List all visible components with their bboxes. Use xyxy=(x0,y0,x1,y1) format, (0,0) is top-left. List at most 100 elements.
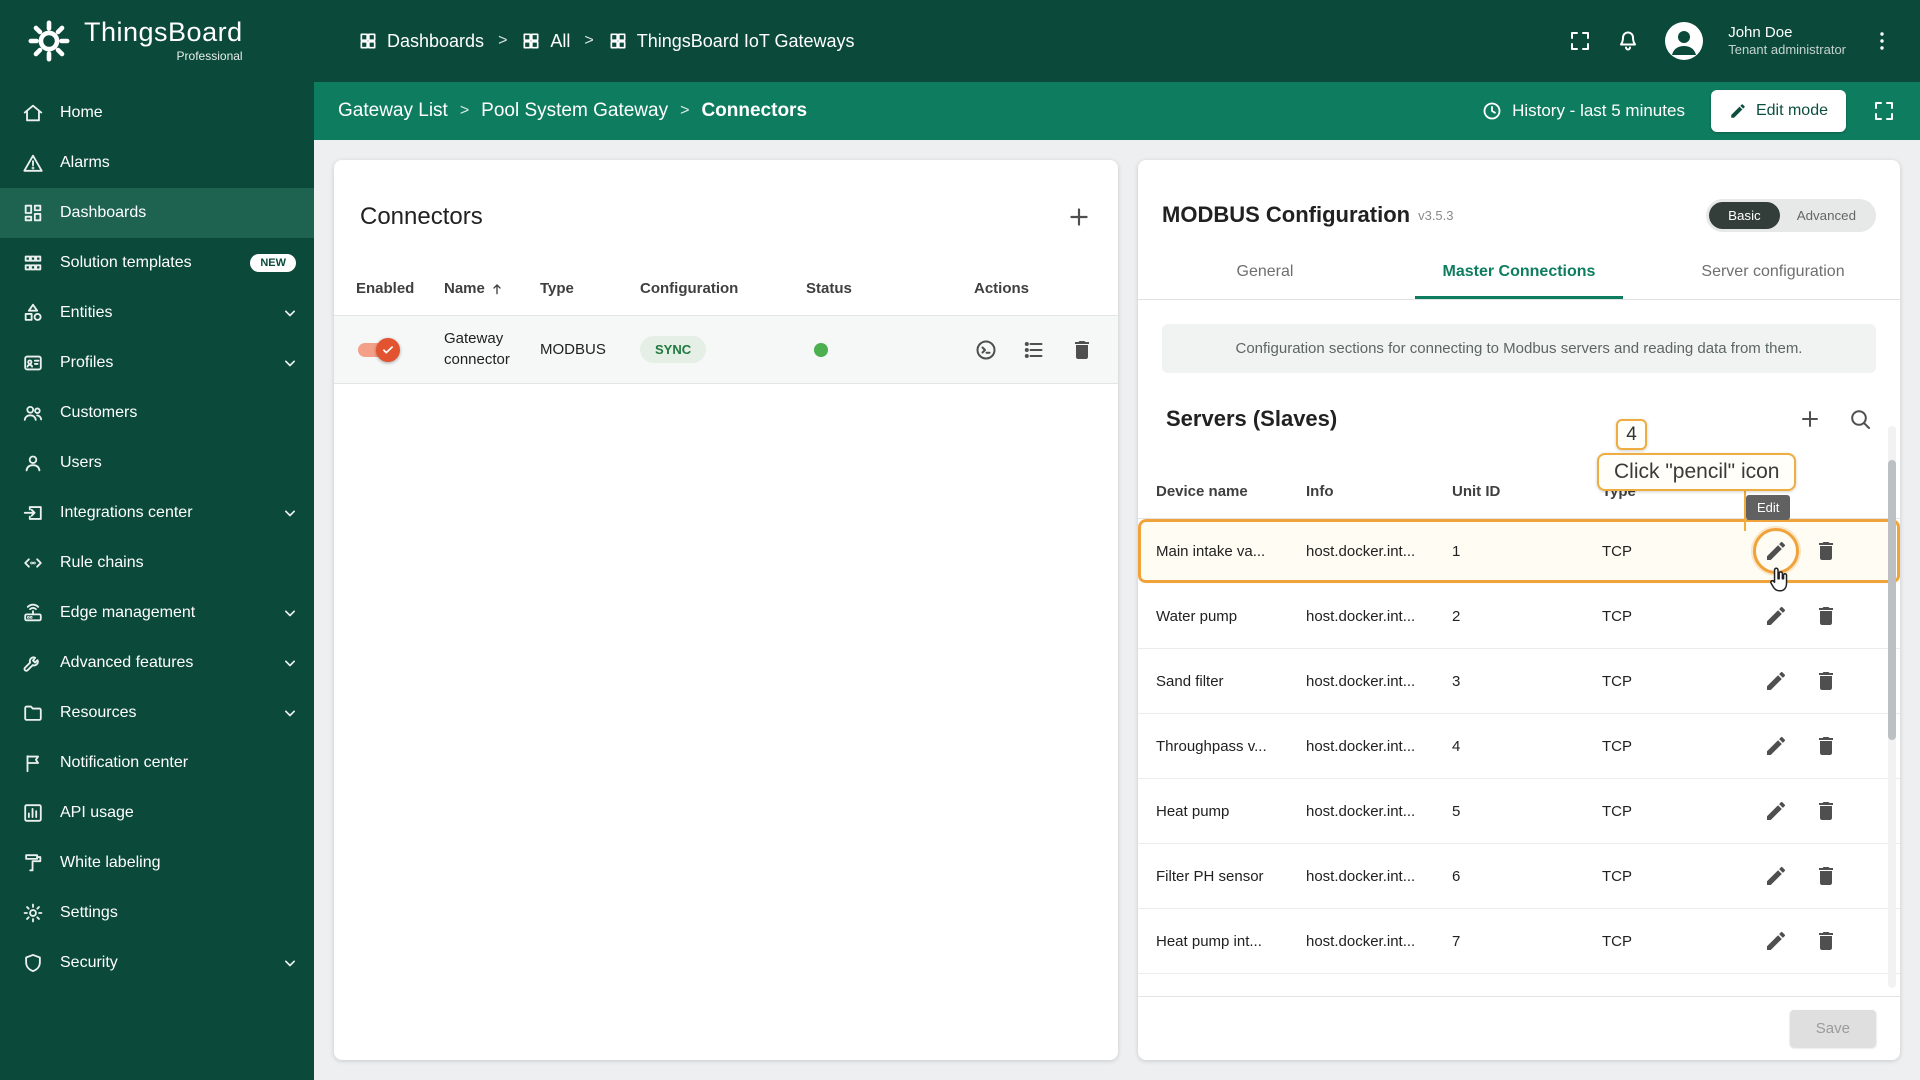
more-menu-button[interactable] xyxy=(1870,29,1894,53)
avatar[interactable] xyxy=(1664,21,1704,61)
sidebar-item-resources[interactable]: Resources xyxy=(0,688,314,738)
server-row[interactable]: Filter PH sensor host.docker.int... 6 TC… xyxy=(1138,844,1900,909)
col-info: Info xyxy=(1306,483,1334,500)
rpc-button[interactable] xyxy=(974,338,998,362)
delete-server-button[interactable] xyxy=(1814,929,1838,953)
advanced-mode-button[interactable]: Advanced xyxy=(1780,202,1873,229)
device-name: Filter PH sensor xyxy=(1156,867,1264,885)
breadcrumb-label: Dashboards xyxy=(387,30,485,51)
delete-server-button[interactable] xyxy=(1814,669,1838,693)
breadcrumb-all[interactable]: All xyxy=(521,31,570,52)
dashboard-toolbar: Gateway List > Pool System Gateway > Con… xyxy=(314,82,1920,140)
sidebar-item-edge-management[interactable]: Edge management xyxy=(0,588,314,638)
sidebar-item-users[interactable]: Users xyxy=(0,438,314,488)
connector-row[interactable]: Gateway connector MODBUS SYNC xyxy=(334,316,1118,384)
delete-server-button[interactable] xyxy=(1814,799,1838,823)
delete-server-button[interactable] xyxy=(1814,864,1838,888)
sidebar-item-home[interactable]: Home xyxy=(0,88,314,138)
edit-server-button[interactable] xyxy=(1764,734,1788,758)
pencil-icon xyxy=(1764,604,1788,628)
tab-general[interactable]: General xyxy=(1138,244,1392,299)
basic-mode-button[interactable]: Basic xyxy=(1709,201,1780,229)
add-server-button[interactable] xyxy=(1798,407,1822,431)
modbus-version: v3.5.3 xyxy=(1418,207,1454,223)
server-row[interactable]: Heat pump host.docker.int... 5 TCP xyxy=(1138,779,1900,844)
connectors-title: Connectors xyxy=(360,203,483,230)
sidebar-item-profiles[interactable]: Profiles xyxy=(0,338,314,388)
server-type: TCP xyxy=(1602,607,1632,625)
edit-server-button[interactable] xyxy=(1764,864,1788,888)
server-row[interactable]: Throughpass v... host.docker.int... 4 TC… xyxy=(1138,714,1900,779)
edit-server-button[interactable] xyxy=(1764,799,1788,823)
breadcrumb-pool-system-gateway[interactable]: Pool System Gateway xyxy=(481,100,668,122)
trash-icon xyxy=(1814,929,1838,953)
server-type: TCP xyxy=(1602,932,1632,950)
fullscreen-button[interactable] xyxy=(1568,29,1592,53)
delete-server-button[interactable] xyxy=(1814,734,1838,758)
sidebar-item-customers[interactable]: Customers xyxy=(0,388,314,438)
customers-icon xyxy=(22,402,44,424)
sidebar-item-integrations-center[interactable]: Integrations center xyxy=(0,488,314,538)
breadcrumb-current-dashboard[interactable]: ThingsBoard IoT Gateways xyxy=(608,31,855,52)
dashboard-group-icon xyxy=(521,31,541,51)
fullscreen-icon xyxy=(1872,99,1896,123)
history-timewindow-button[interactable]: History - last 5 minutes xyxy=(1481,100,1685,122)
connector-enabled-toggle[interactable] xyxy=(356,337,400,362)
device-name: Water pump xyxy=(1156,607,1238,625)
thingsboard-logo-icon xyxy=(26,18,72,64)
scrollbar-thumb[interactable] xyxy=(1888,460,1896,740)
trash-icon xyxy=(1814,669,1838,693)
breadcrumb-dashboards[interactable]: Dashboards xyxy=(358,31,484,52)
brand-logo[interactable]: ThingsBoard Professional xyxy=(26,18,318,64)
server-info: host.docker.int... xyxy=(1306,867,1416,885)
dashboard-icon xyxy=(608,31,628,51)
user-info[interactable]: John Doe Tenant administrator xyxy=(1728,23,1846,59)
col-device-name: Device name xyxy=(1156,483,1248,500)
chevron-down-icon xyxy=(280,303,300,323)
edit-server-button[interactable] xyxy=(1764,604,1788,628)
sidebar-item-entities[interactable]: Entities xyxy=(0,288,314,338)
tab-master-connections[interactable]: Master Connections xyxy=(1392,244,1646,299)
edit-server-button[interactable] xyxy=(1764,539,1788,563)
notifications-button[interactable] xyxy=(1616,29,1640,53)
chevron-down-icon xyxy=(280,503,300,523)
sidebar-item-api-usage[interactable]: API usage xyxy=(0,788,314,838)
save-button[interactable]: Save xyxy=(1789,1010,1876,1047)
edit-mode-label: Edit mode xyxy=(1755,102,1828,119)
sidebar-item-alarms[interactable]: Alarms xyxy=(0,138,314,188)
sidebar-item-advanced-features[interactable]: Advanced features xyxy=(0,638,314,688)
sidebar-item-notification-center[interactable]: Notification center xyxy=(0,738,314,788)
delete-server-button[interactable] xyxy=(1814,539,1838,563)
security-icon xyxy=(22,952,44,974)
sidebar-item-solution-templates[interactable]: Solution templates NEW xyxy=(0,238,314,288)
edit-mode-button[interactable]: Edit mode xyxy=(1710,90,1846,132)
server-info: host.docker.int... xyxy=(1306,607,1416,625)
sidebar-item-dashboards[interactable]: Dashboards xyxy=(0,188,314,238)
logs-button[interactable] xyxy=(1022,338,1046,362)
edit-server-button[interactable] xyxy=(1764,929,1788,953)
server-row[interactable]: Sand filter host.docker.int... 3 TCP xyxy=(1138,649,1900,714)
toolbar-fullscreen-button[interactable] xyxy=(1872,99,1896,123)
server-row[interactable]: Heat pump int... host.docker.int... 7 TC… xyxy=(1138,909,1900,974)
sidebar-item-rule-chains[interactable]: Rule chains xyxy=(0,538,314,588)
breadcrumb-gateway-list[interactable]: Gateway List xyxy=(338,100,448,122)
add-connector-button[interactable] xyxy=(1066,204,1092,230)
sidebar-item-white-labeling[interactable]: White labeling xyxy=(0,838,314,888)
trash-icon xyxy=(1814,864,1838,888)
sidebar-item-settings[interactable]: Settings xyxy=(0,888,314,938)
user-name: John Doe xyxy=(1728,23,1793,41)
edit-server-button[interactable] xyxy=(1764,669,1788,693)
col-name[interactable]: Name xyxy=(444,280,540,297)
tab-server-configuration[interactable]: Server configuration xyxy=(1646,244,1900,299)
sidebar-item-label: Dashboards xyxy=(60,204,147,221)
unit-id: 5 xyxy=(1452,802,1461,820)
breadcrumb-connectors[interactable]: Connectors xyxy=(701,100,807,122)
bell-icon xyxy=(1616,29,1640,53)
delete-connector-button[interactable] xyxy=(1070,338,1094,362)
search-button[interactable] xyxy=(1848,407,1872,431)
alarms-icon xyxy=(22,152,44,174)
sidebar-item-security[interactable]: Security xyxy=(0,938,314,988)
solution-templates-icon xyxy=(22,252,44,274)
kebab-menu-icon xyxy=(1870,29,1894,53)
delete-server-button[interactable] xyxy=(1814,604,1838,628)
